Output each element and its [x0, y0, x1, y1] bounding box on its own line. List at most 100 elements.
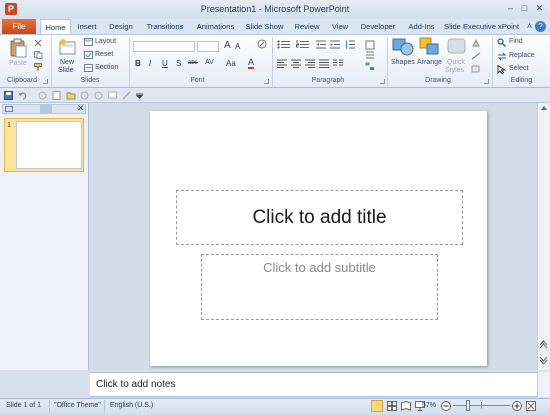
- tab-view[interactable]: View: [328, 19, 352, 35]
- tab-developer[interactable]: Developer: [358, 19, 398, 35]
- align-right-icon[interactable]: [305, 59, 316, 68]
- minimize-button[interactable]: –: [504, 3, 517, 14]
- italic-button[interactable]: I: [149, 59, 151, 68]
- line-spacing-icon[interactable]: [345, 40, 356, 49]
- replace-button[interactable]: Replace: [509, 52, 535, 59]
- tab-add-ins[interactable]: Add-Ins: [404, 19, 439, 35]
- clear-formatting-icon[interactable]: [257, 39, 268, 50]
- tab-insert[interactable]: Insert: [73, 19, 101, 35]
- slide-thumbnail[interactable]: [16, 121, 82, 169]
- print-preview-icon[interactable]: [80, 91, 90, 100]
- reset-icon[interactable]: [84, 51, 93, 59]
- cut-icon[interactable]: [34, 39, 43, 47]
- decrease-indent-icon[interactable]: [316, 40, 327, 49]
- align-text-icon[interactable]: [365, 51, 375, 60]
- arrange-icon[interactable]: [419, 37, 441, 57]
- numbering-icon[interactable]: [296, 40, 310, 49]
- arrange-label[interactable]: Arrange: [417, 59, 442, 66]
- find-button[interactable]: Find: [509, 38, 523, 45]
- reset-button[interactable]: Reset: [95, 51, 113, 58]
- layout-button[interactable]: Layout: [95, 38, 116, 45]
- language-indicator[interactable]: English (U.S.): [110, 402, 153, 409]
- tab-transitions[interactable]: Transitions: [141, 19, 189, 35]
- convert-to-smartart-icon[interactable]: [365, 62, 375, 71]
- title-placeholder[interactable]: Click to add title: [176, 190, 463, 245]
- zoom-slider-thumb[interactable]: [465, 400, 470, 411]
- font-name-combo[interactable]: [133, 41, 195, 52]
- draw-table-icon[interactable]: [122, 91, 132, 100]
- zoom-level[interactable]: 57%: [422, 402, 436, 409]
- section-icon[interactable]: [84, 64, 93, 72]
- select-icon[interactable]: [497, 65, 507, 74]
- shapes-label[interactable]: Shapes: [391, 59, 415, 66]
- shape-outline-icon[interactable]: [471, 52, 483, 61]
- shape-fill-icon[interactable]: [471, 39, 483, 48]
- tab-design[interactable]: Design: [105, 19, 137, 35]
- tab-home[interactable]: Home: [40, 19, 71, 35]
- layout-icon[interactable]: [84, 38, 93, 46]
- next-slide-icon[interactable]: [539, 356, 548, 365]
- shrink-font-button[interactable]: A: [235, 42, 240, 51]
- tab-slide-show[interactable]: Slide Show: [243, 19, 286, 35]
- close-slides-panel-icon[interactable]: ✕: [77, 103, 85, 114]
- slides-tab-icon[interactable]: [5, 106, 13, 112]
- quick-styles-icon[interactable]: [446, 37, 468, 57]
- fit-to-window-icon[interactable]: [526, 401, 536, 411]
- tab-slide-executive-xpoint[interactable]: Slide Executive xPoint: [444, 19, 519, 35]
- font-size-combo[interactable]: [197, 41, 219, 52]
- clipboard-launcher[interactable]: [43, 79, 48, 84]
- open-icon[interactable]: [66, 91, 76, 100]
- columns-icon[interactable]: [333, 59, 344, 68]
- save-icon[interactable]: [4, 91, 14, 100]
- new-slide-icon[interactable]: [58, 38, 78, 58]
- font-color-button[interactable]: A: [248, 58, 255, 69]
- center-icon[interactable]: [291, 59, 302, 68]
- new-presentation-icon[interactable]: [52, 91, 62, 100]
- grow-font-button[interactable]: A: [224, 40, 231, 51]
- notes-pane[interactable]: Click to add notes: [90, 372, 537, 397]
- slideshow-icon[interactable]: [108, 91, 118, 100]
- character-spacing-button[interactable]: AV: [205, 59, 214, 66]
- reading-view-icon[interactable]: [401, 401, 411, 411]
- redo-icon[interactable]: [38, 91, 48, 100]
- maximize-button[interactable]: □: [518, 3, 531, 14]
- notes-scrollbar[interactable]: [537, 372, 550, 397]
- select-button[interactable]: Select: [509, 65, 528, 72]
- shape-effects-icon[interactable]: [471, 65, 483, 74]
- replace-icon[interactable]: [497, 52, 507, 61]
- undo-icon[interactable]: [18, 91, 28, 100]
- tab-animations[interactable]: Animations: [192, 19, 239, 35]
- align-left-icon[interactable]: [277, 59, 288, 68]
- drawing-launcher[interactable]: [484, 79, 489, 84]
- scroll-up-icon[interactable]: [541, 106, 547, 110]
- help-icon[interactable]: ?: [535, 21, 546, 32]
- strikethrough-button[interactable]: abc: [188, 60, 198, 66]
- zoom-out-icon[interactable]: [441, 401, 451, 411]
- paragraph-launcher[interactable]: [380, 79, 385, 84]
- customize-qat-icon[interactable]: [136, 93, 143, 99]
- close-button[interactable]: ✕: [533, 3, 546, 14]
- spelling-icon[interactable]: [94, 91, 104, 100]
- tab-review[interactable]: Review: [292, 19, 322, 35]
- shadow-button[interactable]: S: [176, 59, 181, 68]
- previous-slide-icon[interactable]: [539, 340, 548, 349]
- bullets-icon[interactable]: [277, 40, 291, 49]
- section-button[interactable]: Section: [95, 64, 118, 71]
- change-case-button[interactable]: Aa: [226, 59, 236, 68]
- justify-icon[interactable]: [319, 59, 330, 68]
- paste-icon[interactable]: [8, 38, 28, 58]
- find-icon[interactable]: [497, 38, 507, 47]
- text-direction-icon[interactable]: [365, 40, 375, 50]
- format-painter-icon[interactable]: [34, 63, 43, 71]
- bold-button[interactable]: B: [135, 59, 141, 68]
- copy-icon[interactable]: [34, 51, 43, 59]
- vertical-scrollbar[interactable]: [537, 103, 550, 370]
- slide-sorter-icon[interactable]: [387, 401, 397, 411]
- normal-view-icon[interactable]: [371, 400, 383, 412]
- increase-indent-icon[interactable]: [330, 40, 341, 49]
- underline-button[interactable]: U: [162, 59, 168, 68]
- tab-file[interactable]: File: [2, 19, 36, 35]
- subtitle-placeholder[interactable]: Click to add subtitle: [201, 254, 438, 320]
- shapes-icon[interactable]: [392, 37, 414, 57]
- zoom-in-icon[interactable]: [512, 401, 522, 411]
